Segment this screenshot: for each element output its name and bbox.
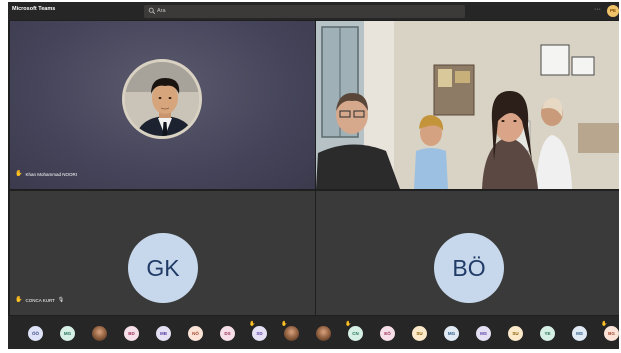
- video-tile-gk[interactable]: GK ✋ CONCA KURT 🎙: [10, 191, 315, 315]
- raised-hand-icon: ✋: [249, 321, 256, 327]
- raised-hand-icon: ✋: [601, 321, 608, 327]
- video-tile-room-camera[interactable]: [316, 21, 619, 189]
- search-input[interactable]: Ara: [157, 8, 166, 14]
- search-box[interactable]: Ara: [144, 5, 465, 18]
- participant-strip-avatar[interactable]: [284, 326, 299, 341]
- participant-strip-avatar[interactable]: CN: [348, 326, 363, 341]
- search-icon: [148, 7, 156, 15]
- raised-hand-icon: ✋: [15, 171, 23, 177]
- participant-strip-avatar[interactable]: BG: [604, 326, 619, 341]
- participant-strip-avatar[interactable]: YE: [540, 326, 555, 341]
- participant-strip-avatar[interactable]: MB: [156, 326, 171, 341]
- raised-hand-icon: ✋: [345, 321, 352, 327]
- portrait-image: [125, 62, 199, 136]
- raised-hand-icon: ✋: [15, 297, 23, 303]
- more-options-icon[interactable]: ···: [594, 6, 601, 13]
- participant-initials-avatar: BÖ: [434, 233, 504, 303]
- participant-name: CONCA KURT: [25, 297, 55, 303]
- participant-strip-avatar[interactable]: ÖÖ: [28, 326, 43, 341]
- participant-strip-avatar[interactable]: DS: [220, 326, 235, 341]
- participant-name-tag: ✋ Khan Mohammad NOORI: [15, 171, 77, 177]
- participant-name-tag: ✋ CONCA KURT 🎙: [15, 297, 64, 303]
- participant-strip-avatar[interactable]: NÖ: [188, 326, 203, 341]
- video-tile-bo[interactable]: BÖ: [316, 191, 619, 315]
- title-bar: Microsoft Teams Ara ··· PE: [8, 2, 619, 20]
- participant-initials-avatar: GK: [128, 233, 198, 303]
- participant-strip-avatar[interactable]: SU: [412, 326, 427, 341]
- participant-strip-avatar[interactable]: BD: [124, 326, 139, 341]
- participant-strip-avatar[interactable]: EÖ: [380, 326, 395, 341]
- room-video-feed: [316, 21, 619, 189]
- raised-hand-icon: ✋: [281, 321, 288, 327]
- participant-strip-avatar[interactable]: MS: [476, 326, 491, 341]
- participant-profile-photo: [122, 59, 202, 139]
- participant-strip: ÖÖ MG BD MB NÖ DS SD ✋ ✋ CN ✋ EÖ SU MG MS SU YE MS BG ✋: [8, 316, 619, 349]
- participant-strip-avatar[interactable]: SU: [508, 326, 523, 341]
- mic-off-icon: 🎙: [57, 297, 65, 303]
- participant-strip-avatar[interactable]: MS: [572, 326, 587, 341]
- participant-strip-avatar[interactable]: SD: [252, 326, 267, 341]
- participant-name: Khan Mohammad NOORI: [25, 171, 78, 177]
- participant-strip-avatar[interactable]: [316, 326, 331, 341]
- app-title: Microsoft Teams: [12, 6, 56, 12]
- profile-avatar[interactable]: PE: [607, 5, 619, 17]
- video-tile-khan[interactable]: ✋ Khan Mohammad NOORI: [10, 21, 315, 189]
- participant-strip-avatar[interactable]: MG: [60, 326, 75, 341]
- participant-strip-avatar[interactable]: [92, 326, 107, 341]
- participant-strip-avatar[interactable]: MG: [444, 326, 459, 341]
- teams-window: Microsoft Teams Ara ··· PE ✋ Khan Mohamm…: [8, 2, 619, 349]
